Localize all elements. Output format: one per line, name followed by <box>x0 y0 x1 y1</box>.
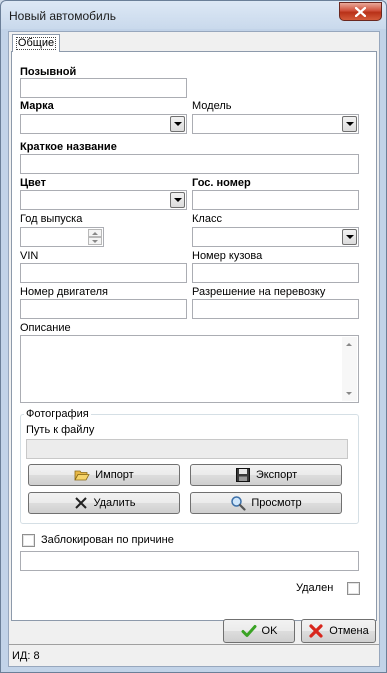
close-button[interactable] <box>339 2 382 21</box>
chevron-down-icon <box>173 122 182 126</box>
chevron-down-icon <box>173 198 182 202</box>
model-combobox[interactable] <box>192 114 359 134</box>
year-spinbox[interactable] <box>20 227 104 247</box>
tab-page-general: Позывной Марка Модель Краткое название Ц… <box>11 51 377 621</box>
description-scrollbar[interactable] <box>342 337 357 401</box>
arrow-down-icon <box>92 239 98 243</box>
blocked-checkbox[interactable] <box>22 534 35 547</box>
year-spinner[interactable] <box>88 229 102 245</box>
x-delete-icon <box>74 497 87 509</box>
color-dropdown-button[interactable] <box>170 192 185 208</box>
window-title: Новый автомобиль <box>9 9 116 23</box>
transport-permit-label: Разрешение на перевозку <box>192 286 326 298</box>
year-label: Год выпуска <box>20 213 83 225</box>
body-number-field[interactable] <box>192 263 359 283</box>
status-bar: ИД: 8 <box>9 644 379 666</box>
description-label: Описание <box>20 322 71 334</box>
color-label: Цвет <box>20 177 47 189</box>
vin-label: VIN <box>20 250 39 262</box>
callsign-label: Позывной <box>20 66 77 78</box>
block-reason-field[interactable] <box>20 551 359 571</box>
checkmark-icon <box>241 625 257 637</box>
plate-field[interactable] <box>192 190 359 210</box>
vin-field[interactable] <box>20 263 187 283</box>
ok-button[interactable]: OK <box>223 619 295 643</box>
arrow-up-icon <box>92 231 98 235</box>
view-photo-button[interactable]: Просмотр <box>190 492 342 514</box>
file-path-field <box>26 439 348 459</box>
export-button[interactable]: Экспорт <box>190 464 342 486</box>
description-textarea[interactable] <box>20 335 359 403</box>
dialog-client: Общие Позывной Марка Модель Краткое назв… <box>8 31 380 667</box>
folder-open-icon <box>74 470 90 481</box>
make-label: Марка <box>20 100 54 112</box>
transport-permit-field[interactable] <box>192 299 359 319</box>
record-id: ИД: 8 <box>12 650 40 662</box>
spin-down-button[interactable] <box>88 237 102 245</box>
magnifier-icon <box>231 496 246 511</box>
short-name-field[interactable] <box>20 154 359 174</box>
chevron-down-icon <box>345 122 354 126</box>
chevron-down-icon <box>345 235 354 239</box>
class-label: Класс <box>192 213 222 225</box>
plate-label: Гос. номер <box>192 177 251 189</box>
import-button[interactable]: Импорт <box>28 464 180 486</box>
class-combobox[interactable] <box>192 227 359 247</box>
red-x-icon <box>309 624 323 638</box>
floppy-disk-icon <box>235 468 250 482</box>
blocked-label: Заблокирован по причине <box>41 534 174 546</box>
dialog-window: Новый автомобиль Общие Позывной Марка Мо… <box>0 0 387 673</box>
make-combobox[interactable] <box>20 114 187 134</box>
deleted-label: Удален <box>296 582 334 594</box>
delete-photo-button[interactable]: Удалить <box>28 492 180 514</box>
color-combobox[interactable] <box>20 190 187 210</box>
cancel-button[interactable]: Отмена <box>301 619 376 643</box>
engine-number-field[interactable] <box>20 299 187 319</box>
title-bar: Новый автомобиль <box>1 1 386 31</box>
file-path-label: Путь к файлу <box>26 424 95 436</box>
class-dropdown-button[interactable] <box>342 229 357 245</box>
model-label: Модель <box>192 100 232 112</box>
short-name-label: Краткое название <box>20 141 117 153</box>
tab-general[interactable]: Общие <box>12 34 60 52</box>
body-number-label: Номер кузова <box>192 250 263 262</box>
engine-number-label: Номер двигателя <box>20 286 109 298</box>
make-dropdown-button[interactable] <box>170 116 185 132</box>
callsign-field[interactable] <box>20 78 187 98</box>
deleted-checkbox[interactable] <box>347 582 360 595</box>
photo-group-title: Фотография <box>24 408 91 420</box>
spin-up-button[interactable] <box>88 229 102 237</box>
model-dropdown-button[interactable] <box>342 116 357 132</box>
scroll-up-icon <box>346 343 352 346</box>
scroll-down-icon <box>346 392 352 395</box>
close-icon <box>355 6 366 17</box>
